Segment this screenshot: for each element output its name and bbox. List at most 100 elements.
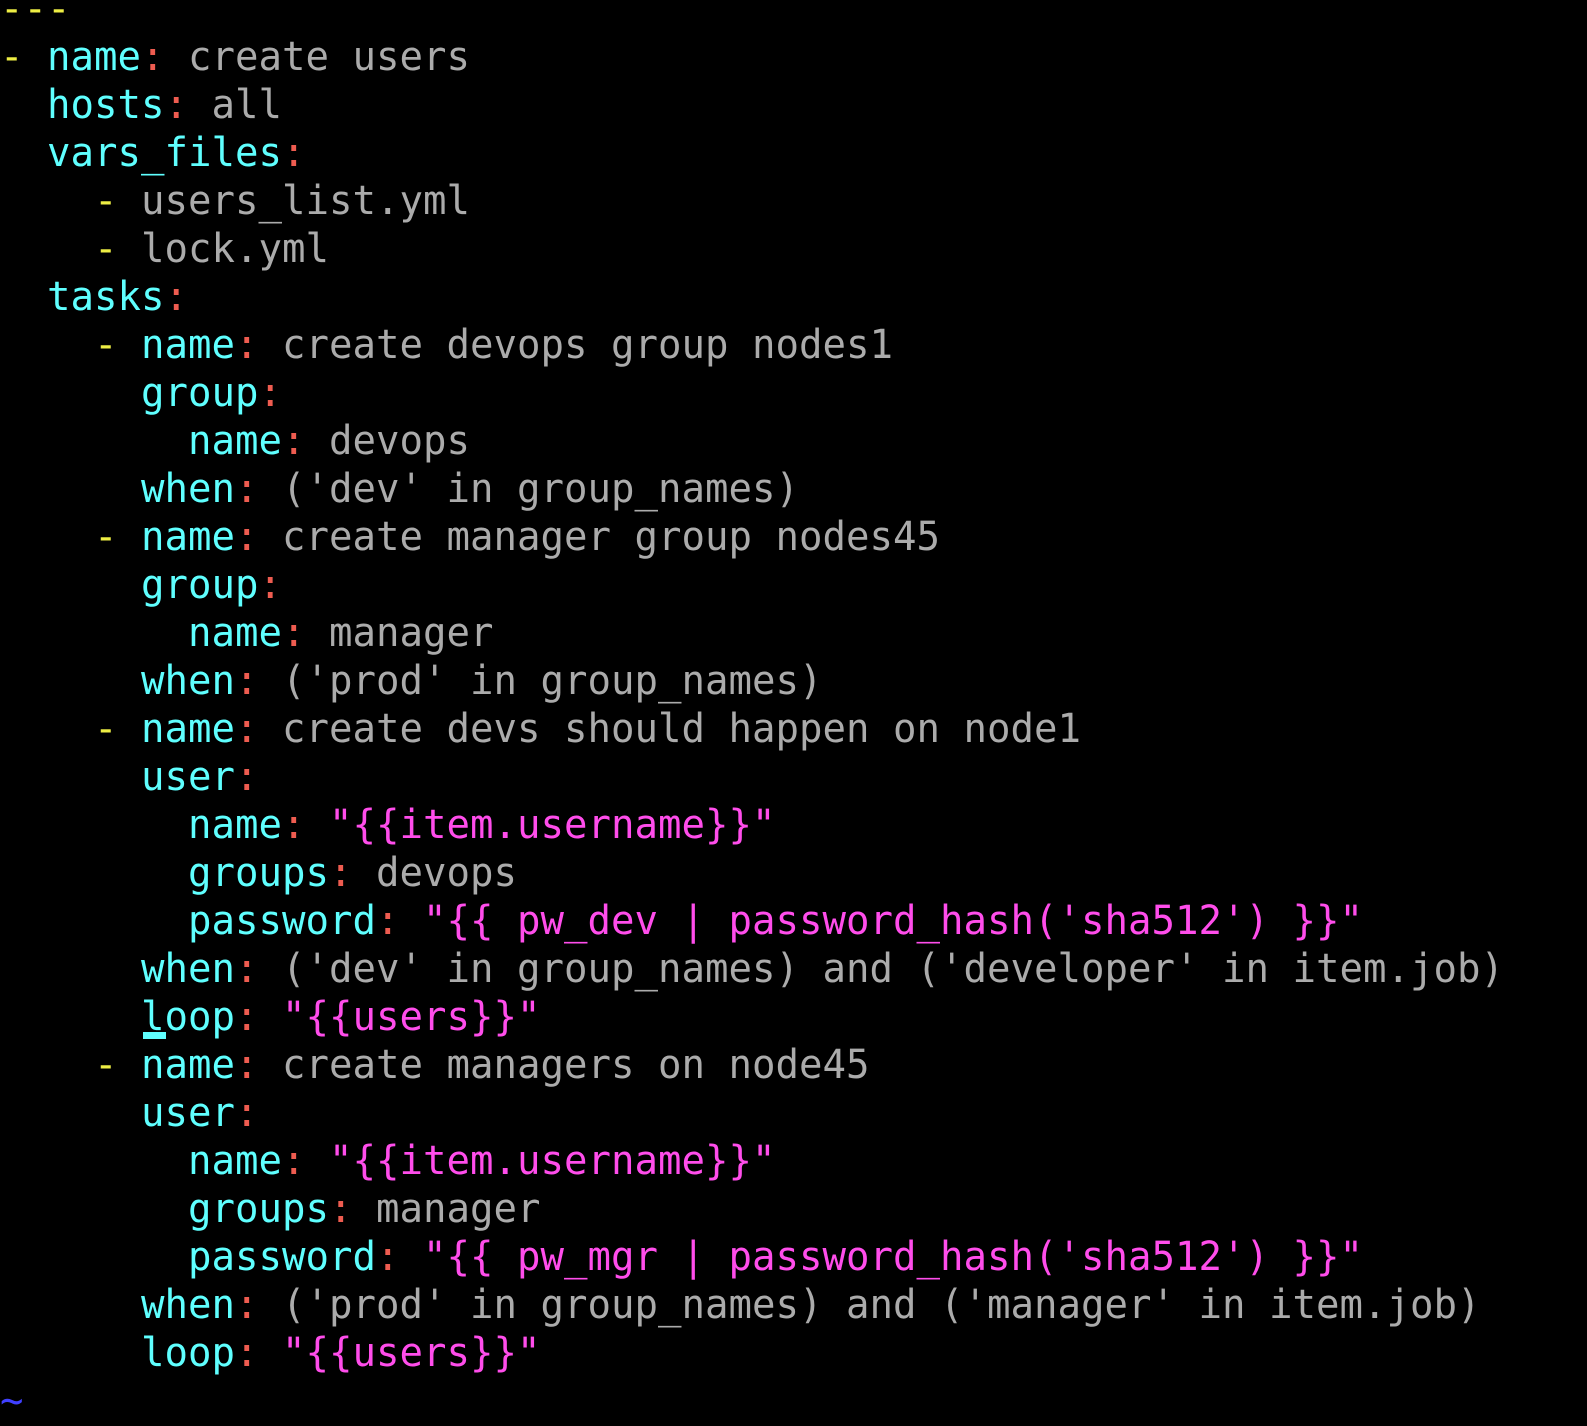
- code-token: all: [188, 82, 283, 128]
- code-line[interactable]: group:: [0, 561, 1549, 609]
- code-line[interactable]: group:: [0, 369, 1549, 417]
- code-line[interactable]: user:: [0, 753, 1549, 801]
- code-token: create users: [164, 34, 471, 80]
- code-line[interactable]: when: ('prod' in group_names) and ('mana…: [0, 1281, 1549, 1329]
- code-token: :: [281, 610, 306, 656]
- code-line[interactable]: - name: create manager group nodes45: [0, 513, 1549, 561]
- code-line[interactable]: ~: [0, 1377, 1549, 1425]
- code-line[interactable]: - lock.yml: [0, 225, 1549, 273]
- code-token: lock.yml: [117, 226, 330, 272]
- code-line[interactable]: groups: manager: [0, 1185, 1549, 1233]
- code-line[interactable]: groups: devops: [0, 849, 1549, 897]
- code-token: :: [282, 130, 306, 176]
- code-token: vars_files: [47, 130, 283, 176]
- code-token: "{{item.username}}": [329, 1138, 776, 1184]
- code-token: name: [141, 706, 236, 752]
- code-line[interactable]: tasks:: [0, 273, 1549, 321]
- code-token: password: [187, 898, 376, 944]
- code-line[interactable]: ---: [0, 0, 1549, 33]
- code-token: :: [375, 898, 400, 944]
- code-token: ---: [0, 0, 71, 32]
- code-line[interactable]: - name: create users: [0, 33, 1549, 81]
- code-token: :: [281, 418, 306, 464]
- code-line[interactable]: vars_files:: [0, 129, 1549, 177]
- code-token: :: [258, 370, 283, 416]
- code-token: manager: [352, 1186, 541, 1232]
- vim-text-buffer[interactable]: --- - name: create users hosts: all vars_…: [0, 0, 1587, 1425]
- code-token: name: [187, 1138, 282, 1184]
- code-token: :: [235, 706, 259, 752]
- code-token: :: [235, 1042, 259, 1088]
- code-token: "{{ pw_dev | password_hash('sha512') }}": [423, 898, 1364, 944]
- code-token: create devops group nodes1: [258, 322, 894, 368]
- code-token: user: [141, 1090, 236, 1136]
- code-line[interactable]: loop: "{{users}}": [0, 1329, 1549, 1377]
- code-line[interactable]: - name: create managers on node45: [0, 1041, 1549, 1089]
- code-token: group: [141, 562, 259, 608]
- code-token: -: [93, 226, 118, 272]
- code-token: :: [375, 1234, 400, 1280]
- code-token: manager: [305, 610, 494, 656]
- code-line[interactable]: - name: create devops group nodes1: [0, 321, 1549, 369]
- code-token: "{{users}}": [282, 1330, 541, 1376]
- code-line[interactable]: loop: "{{users}}": [0, 993, 1549, 1041]
- code-token: :: [235, 754, 259, 800]
- code-line[interactable]: - users_list.yml: [0, 177, 1549, 225]
- code-line[interactable]: password: "{{ pw_dev | password_hash('sh…: [0, 897, 1549, 945]
- code-token: :: [235, 322, 259, 368]
- code-token: :: [141, 34, 165, 80]
- code-token: :: [329, 1186, 353, 1232]
- code-token: name: [141, 1042, 236, 1088]
- code-token: devops: [305, 418, 471, 464]
- code-line[interactable]: password: "{{ pw_mgr | password_hash('sh…: [0, 1233, 1549, 1281]
- code-line[interactable]: name: manager: [0, 609, 1549, 657]
- code-line[interactable]: when: ('dev' in group_names) and ('devel…: [0, 945, 1549, 993]
- code-line[interactable]: name: devops: [0, 417, 1549, 465]
- code-token: name: [141, 322, 236, 368]
- code-line[interactable]: hosts: all: [0, 81, 1549, 129]
- code-token: :: [164, 82, 189, 128]
- code-line[interactable]: name: "{{item.username}}": [0, 801, 1549, 849]
- code-token: :: [235, 514, 259, 560]
- code-token: when: [141, 1282, 236, 1328]
- terminal-window[interactable]: --- - name: create users hosts: all vars_…: [0, 0, 1587, 1426]
- code-token: -: [93, 1042, 142, 1088]
- code-token: ('dev' in group_names): [258, 466, 800, 512]
- code-token: -: [93, 514, 142, 560]
- code-line[interactable]: name: "{{item.username}}": [0, 1137, 1549, 1185]
- code-token: :: [258, 562, 283, 608]
- code-token: when: [141, 466, 236, 512]
- code-token: -: [0, 34, 48, 80]
- code-token: ('prod' in group_names) and ('manager' i…: [258, 1282, 1481, 1328]
- code-token: :: [281, 1138, 306, 1184]
- code-token: create devs should happen on node1: [258, 706, 1082, 752]
- code-token: :: [235, 658, 259, 704]
- code-line[interactable]: user:: [0, 1089, 1549, 1137]
- text-cursor: [143, 1032, 166, 1039]
- code-line[interactable]: when: ('prod' in group_names): [0, 657, 1549, 705]
- code-line[interactable]: when: ('dev' in group_names): [0, 465, 1549, 513]
- code-token: ~: [0, 1378, 24, 1424]
- code-line[interactable]: - name: create devs should happen on nod…: [0, 705, 1549, 753]
- code-token: :: [235, 994, 259, 1040]
- code-token: :: [235, 1282, 259, 1328]
- code-token: groups: [187, 850, 330, 896]
